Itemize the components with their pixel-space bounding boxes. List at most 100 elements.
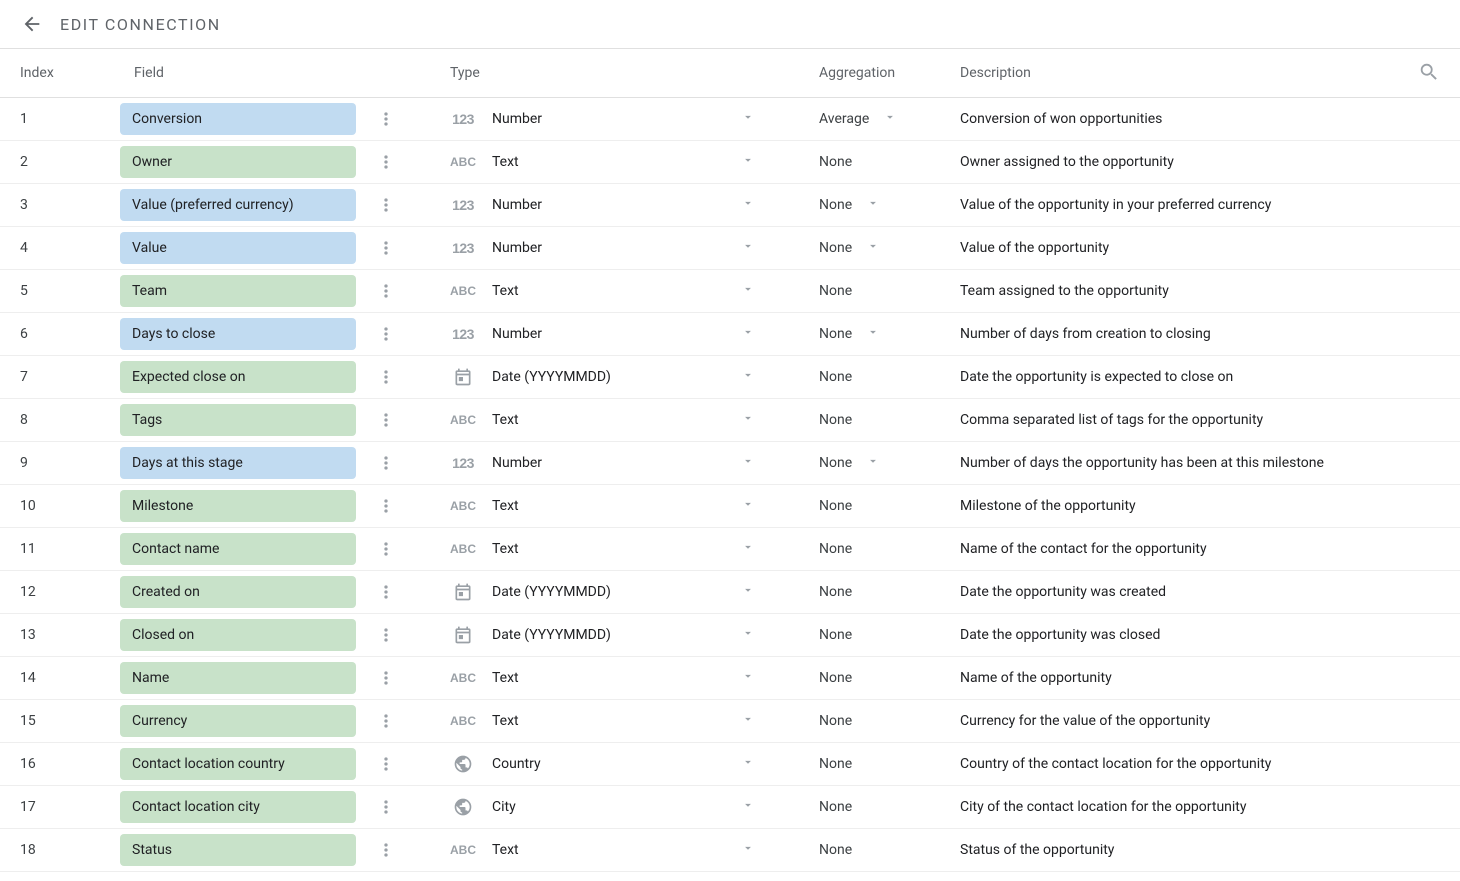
type-selector[interactable]: ABC Text: [450, 411, 795, 429]
field-chip[interactable]: Value: [120, 232, 356, 264]
type-selector[interactable]: 123 Number: [450, 110, 795, 128]
chevron-down-icon[interactable]: [741, 110, 755, 128]
chevron-down-icon[interactable]: [741, 325, 755, 343]
aggregation-selector[interactable]: None: [795, 239, 945, 257]
chevron-down-icon[interactable]: [741, 196, 755, 214]
chevron-down-icon[interactable]: [741, 497, 755, 515]
type-selector[interactable]: ABC Text: [450, 153, 795, 171]
field-chip[interactable]: Team: [120, 275, 356, 307]
type-selector[interactable]: 123 Number: [450, 239, 795, 257]
chevron-down-icon[interactable]: [741, 153, 755, 171]
chevron-down-icon[interactable]: [741, 282, 755, 300]
kebab-icon[interactable]: [374, 451, 398, 475]
chevron-down-icon[interactable]: [866, 239, 880, 257]
kebab-icon[interactable]: [374, 752, 398, 776]
type-selector[interactable]: Date (YYYYMMDD): [450, 368, 795, 386]
type-selector[interactable]: ABC Text: [450, 282, 795, 300]
aggregation-label: None: [819, 541, 852, 557]
aggregation-selector[interactable]: None: [795, 196, 945, 214]
kebab-icon[interactable]: [374, 322, 398, 346]
table-row: 15 Currency ABC Text None Currency for t…: [0, 700, 1460, 743]
description-text: Date the opportunity was closed: [945, 627, 1400, 643]
type-selector[interactable]: City: [450, 798, 795, 816]
field-chip[interactable]: Conversion: [120, 103, 356, 135]
field-chip[interactable]: Contact name: [120, 533, 356, 565]
field-chip[interactable]: Contact location city: [120, 791, 356, 823]
field-chip[interactable]: Currency: [120, 705, 356, 737]
chevron-down-icon[interactable]: [866, 325, 880, 343]
field-chip[interactable]: Milestone: [120, 490, 356, 522]
row-index: 4: [20, 240, 120, 256]
type-selector[interactable]: Country: [450, 755, 795, 773]
field-chip[interactable]: Status: [120, 834, 356, 866]
aggregation-selector: None: [795, 282, 945, 300]
type-selector[interactable]: 123 Number: [450, 196, 795, 214]
row-index: 17: [20, 799, 120, 815]
type-selector[interactable]: ABC Text: [450, 841, 795, 859]
chevron-down-icon[interactable]: [741, 239, 755, 257]
kebab-icon[interactable]: [374, 795, 398, 819]
kebab-icon[interactable]: [374, 236, 398, 260]
page-title: EDIT CONNECTION: [60, 15, 221, 34]
chevron-down-icon: [866, 798, 880, 816]
type-selector[interactable]: Date (YYYYMMDD): [450, 626, 795, 644]
aggregation-selector[interactable]: None: [795, 325, 945, 343]
kebab-icon[interactable]: [374, 537, 398, 561]
aggregation-selector: None: [795, 841, 945, 859]
field-chip[interactable]: Created on: [120, 576, 356, 608]
search-icon[interactable]: [1418, 61, 1442, 85]
aggregation-label: None: [819, 154, 852, 170]
type-label: City: [492, 799, 725, 815]
chevron-down-icon[interactable]: [741, 368, 755, 386]
kebab-icon[interactable]: [374, 408, 398, 432]
field-chip[interactable]: Days to close: [120, 318, 356, 350]
kebab-icon[interactable]: [374, 580, 398, 604]
chevron-down-icon[interactable]: [741, 755, 755, 773]
field-chip[interactable]: Closed on: [120, 619, 356, 651]
chevron-down-icon[interactable]: [741, 540, 755, 558]
aggregation-selector[interactable]: None: [795, 454, 945, 472]
kebab-icon[interactable]: [374, 193, 398, 217]
type-selector[interactable]: ABC Text: [450, 712, 795, 730]
kebab-icon[interactable]: [374, 623, 398, 647]
chevron-down-icon[interactable]: [866, 454, 880, 472]
field-chip[interactable]: Expected close on: [120, 361, 356, 393]
type-selector[interactable]: ABC Text: [450, 669, 795, 687]
chevron-down-icon[interactable]: [866, 196, 880, 214]
kebab-icon[interactable]: [374, 494, 398, 518]
type-label: Text: [492, 498, 725, 514]
kebab-icon[interactable]: [374, 709, 398, 733]
chevron-down-icon[interactable]: [741, 841, 755, 859]
field-chip[interactable]: Value (preferred currency): [120, 189, 356, 221]
kebab-icon[interactable]: [374, 279, 398, 303]
field-chip[interactable]: Contact location country: [120, 748, 356, 780]
aggregation-label: None: [819, 412, 852, 428]
kebab-icon[interactable]: [374, 666, 398, 690]
type-selector[interactable]: 123 Number: [450, 325, 795, 343]
chevron-down-icon[interactable]: [741, 583, 755, 601]
chevron-down-icon[interactable]: [741, 626, 755, 644]
field-chip[interactable]: Tags: [120, 404, 356, 436]
aggregation-selector: None: [795, 626, 945, 644]
chevron-down-icon[interactable]: [741, 669, 755, 687]
chevron-down-icon[interactable]: [741, 411, 755, 429]
field-chip[interactable]: Owner: [120, 146, 356, 178]
chevron-down-icon[interactable]: [741, 712, 755, 730]
type-selector[interactable]: Date (YYYYMMDD): [450, 583, 795, 601]
type-selector[interactable]: 123 Number: [450, 454, 795, 472]
kebab-icon[interactable]: [374, 838, 398, 862]
field-chip[interactable]: Name: [120, 662, 356, 694]
type-label: Text: [492, 541, 725, 557]
kebab-icon[interactable]: [374, 107, 398, 131]
back-arrow-icon[interactable]: [20, 12, 44, 36]
field-chip[interactable]: Days at this stage: [120, 447, 356, 479]
type-selector[interactable]: ABC Text: [450, 540, 795, 558]
kebab-icon[interactable]: [374, 150, 398, 174]
type-selector[interactable]: ABC Text: [450, 497, 795, 515]
chevron-down-icon[interactable]: [741, 798, 755, 816]
aggregation-selector[interactable]: Average: [795, 110, 945, 128]
chevron-down-icon: [866, 540, 880, 558]
chevron-down-icon[interactable]: [741, 454, 755, 472]
kebab-icon[interactable]: [374, 365, 398, 389]
chevron-down-icon[interactable]: [883, 110, 897, 128]
